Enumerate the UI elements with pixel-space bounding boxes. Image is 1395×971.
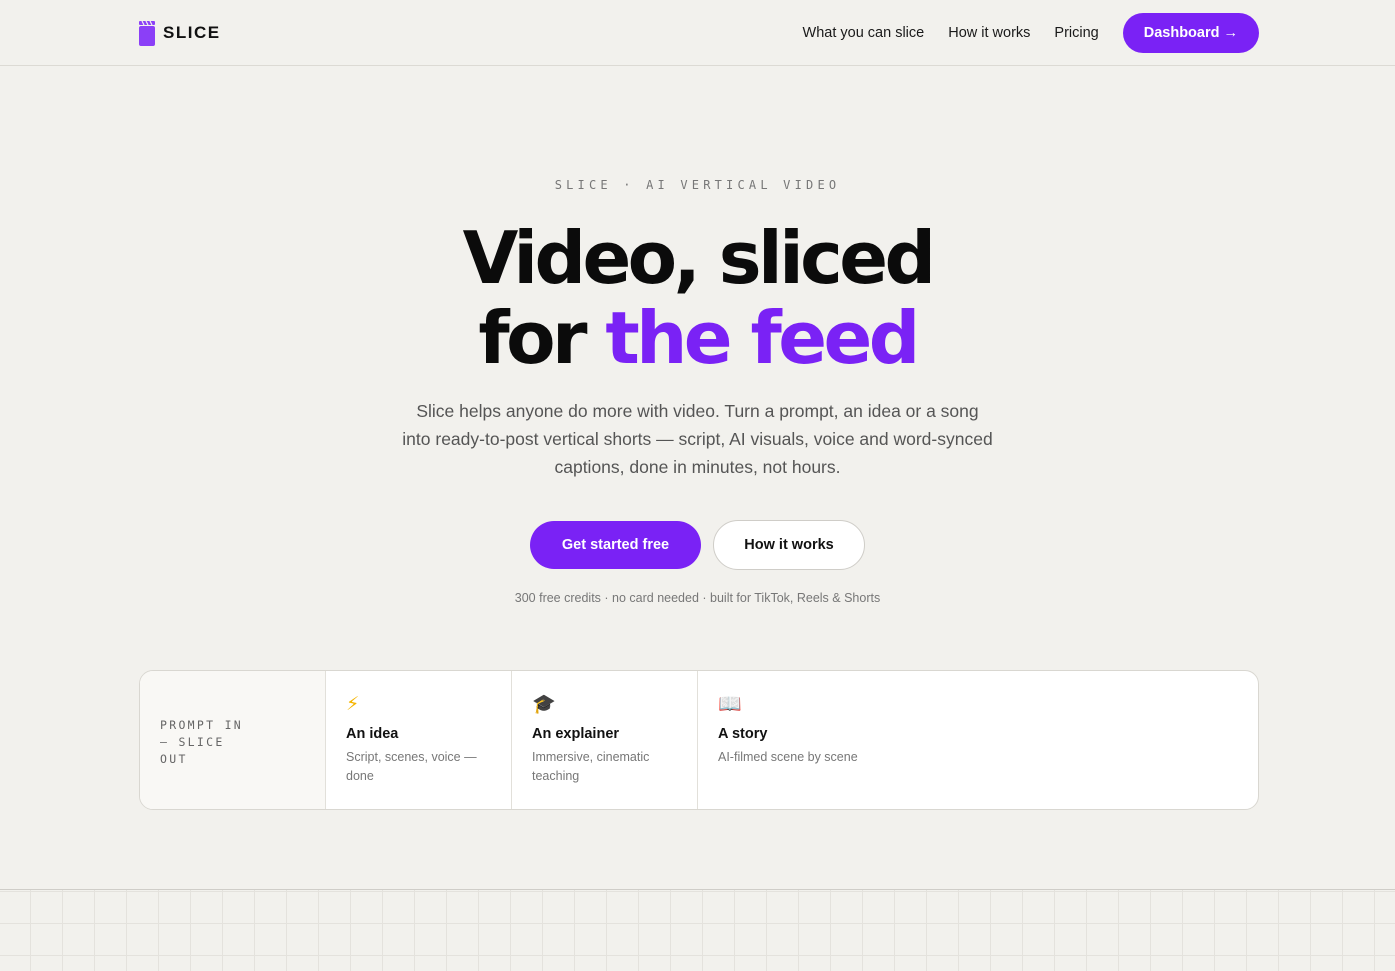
strip-lead-label: PROMPT IN — SLICE OUT — [140, 671, 326, 809]
how-it-works-button[interactable]: How it works — [713, 520, 865, 570]
card-description: AI-filmed scene by scene — [718, 750, 858, 764]
brand-logo[interactable]: SLICE — [139, 19, 221, 47]
use-case-card-idea[interactable]: ⚡ An idea Script, scenes, voice — done — [326, 671, 512, 809]
nav-links: What you can slice How it works Pricing … — [803, 13, 1259, 53]
card-title: An explainer — [532, 726, 620, 742]
nav-link-pricing[interactable]: Pricing — [1054, 25, 1098, 41]
brand-name: SLICE — [163, 23, 221, 42]
hero-fineprint: 300 free credits · no card needed · buil… — [514, 591, 881, 605]
headline-line-2-accent: the feed — [605, 296, 920, 380]
hero-eyebrow: SLICE · AI VERTICAL VIDEO — [554, 178, 841, 192]
card-title: A story — [718, 726, 768, 742]
nav-link-how-it-works[interactable]: How it works — [948, 25, 1030, 41]
card-description: Immersive, cinematic teaching — [532, 750, 650, 783]
use-case-card-story[interactable]: 📖 A story AI-filmed scene by scene — [698, 671, 1258, 809]
top-nav: SLICE What you can slice How it works Pr… — [0, 0, 1395, 66]
hero-cta-row: Get started free How it works — [0, 520, 1395, 570]
nav-link-what-you-can-slice[interactable]: What you can slice — [803, 25, 925, 41]
use-case-card-explainer[interactable]: 🎓 An explainer Immersive, cinematic teac… — [512, 671, 698, 809]
get-started-button[interactable]: Get started free — [530, 521, 701, 569]
graduation-cap-icon: 🎓 — [532, 694, 556, 715]
clapperboard-icon — [139, 20, 155, 46]
open-book-icon: 📖 — [718, 694, 742, 715]
hero-subcopy: Slice helps anyone do more with video. T… — [402, 401, 993, 477]
dashboard-button[interactable]: Dashboard → — [1122, 13, 1259, 53]
headline-line-2-plain: for — [478, 296, 606, 380]
lightning-icon: ⚡ — [346, 694, 360, 715]
grid-background-section — [0, 889, 1395, 971]
card-title: An idea — [346, 726, 399, 742]
headline-line-1: Video, sliced — [462, 216, 936, 300]
card-description: Script, scenes, voice — done — [346, 750, 477, 783]
hero-headline: Video, sliced for the feed — [0, 218, 1395, 378]
use-case-strip: PROMPT IN — SLICE OUT ⚡ An idea Script, … — [139, 670, 1259, 810]
